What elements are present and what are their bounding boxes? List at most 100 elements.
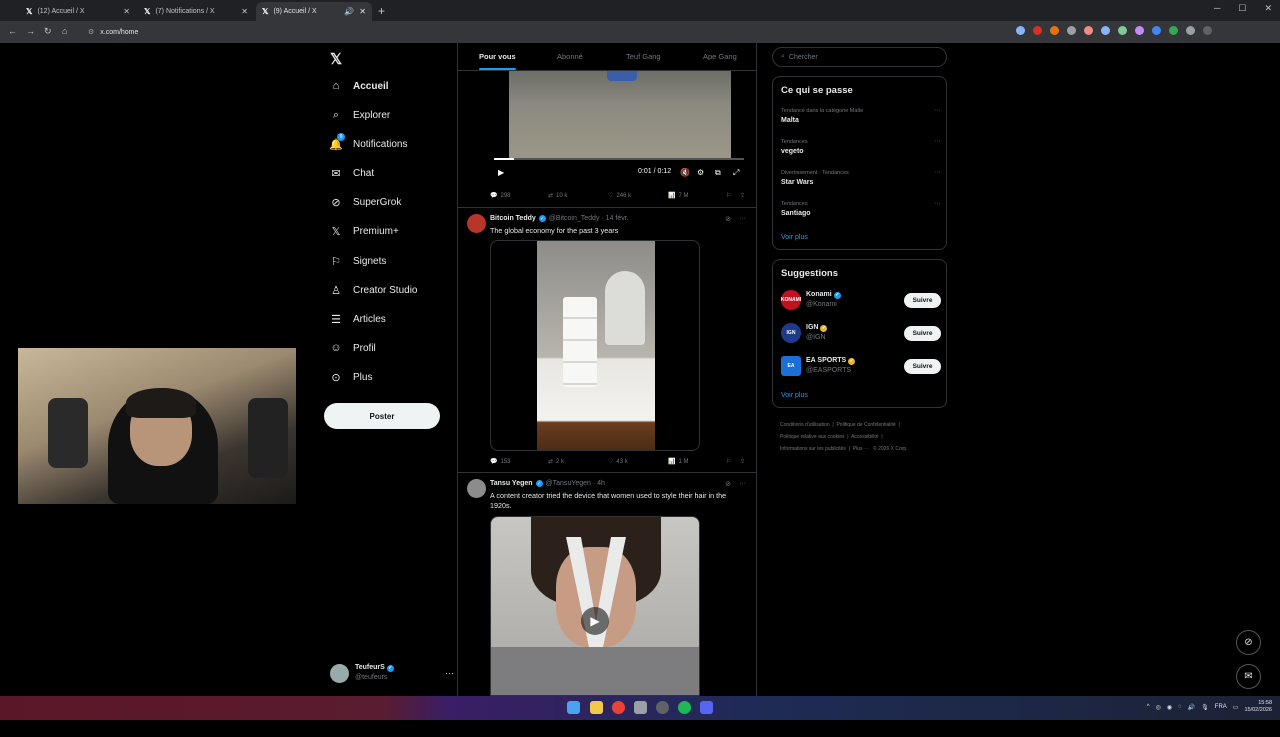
footer-link[interactable]: Politique de Confidentialité (836, 422, 895, 428)
obs-icon[interactable] (656, 701, 669, 714)
site-info-icon[interactable]: ⚙ (88, 28, 94, 36)
page-scrollbar[interactable] (1272, 89, 1277, 737)
play-icon[interactable]: ▶ (581, 607, 609, 635)
fullscreen-icon[interactable]: ⤢ (733, 168, 739, 178)
grok-icon[interactable]: ⊘ (1236, 630, 1261, 655)
views-button[interactable]: 📊 7 M (668, 192, 689, 200)
footer-link[interactable]: Informations sur les publicités (780, 446, 846, 452)
avatar[interactable] (1203, 26, 1212, 35)
footer-link[interactable]: Conditions d'utilisation (780, 422, 830, 428)
tweet-author-name[interactable]: Bitcoin Teddy (490, 215, 536, 222)
follow-button[interactable]: Suivre (904, 325, 941, 341)
mic-icon[interactable]: 🎙 (1201, 704, 1209, 711)
more-icon[interactable]: ··· (739, 480, 746, 488)
home-icon[interactable]: ⌂ (62, 26, 67, 36)
grok-icon[interactable]: ⊘ (725, 480, 731, 488)
file-explorer-icon[interactable] (590, 701, 603, 714)
more-icon[interactable]: ··· (445, 668, 454, 678)
sidebar-item-profile[interactable]: ☺ Profil (330, 342, 375, 354)
extension-icon[interactable] (1186, 26, 1195, 35)
avatar[interactable] (467, 214, 486, 233)
more-icon[interactable]: ··· (934, 107, 941, 114)
browser-tab[interactable]: 𝕏 (7) Notifications / X ✕ (138, 2, 254, 21)
pip-icon[interactable]: ⧉ (715, 168, 721, 178)
repost-button[interactable]: ⇄ 10 k (548, 192, 567, 200)
more-icon[interactable]: ··· (934, 169, 941, 176)
sidebar-item-explore[interactable]: ⌕ Explorer (330, 109, 390, 121)
tweet-media-image[interactable] (490, 240, 700, 451)
sidebar-item-creator-studio[interactable]: ♙ Creator Studio (330, 284, 417, 297)
sidebar-item-premium[interactable]: 𝕏 Premium+ (330, 225, 399, 238)
language-indicator[interactable]: FRA (1215, 704, 1227, 710)
tweet-author-name[interactable]: Tansu Yegen (490, 480, 533, 487)
tweet-meta[interactable]: @Bitcoin_Teddy · 14 févr. (549, 215, 629, 222)
tray-chevron-icon[interactable]: ^ (1147, 704, 1150, 710)
footer-link[interactable]: Accessibilité (851, 434, 879, 440)
bookmark-icon[interactable]: ⚐ (726, 458, 731, 465)
extension-icon[interactable] (1084, 26, 1093, 35)
avatar[interactable] (467, 479, 486, 498)
spotify-icon[interactable] (678, 701, 691, 714)
search-input[interactable]: ⌕ Chercher (772, 47, 947, 67)
see-more-link[interactable]: Voir plus (781, 234, 808, 241)
reply-button[interactable]: 💬 153 (490, 458, 511, 466)
tab-ape-gang[interactable]: Ape Gang (703, 52, 737, 61)
tweet-media-video[interactable]: ▶ (490, 516, 700, 696)
footer-link[interactable]: Plus ··· (853, 446, 869, 452)
extension-icon[interactable] (1135, 26, 1144, 35)
mute-icon[interactable]: 🔇 (680, 168, 690, 177)
close-window-button[interactable]: ✕ (1264, 3, 1272, 14)
extension-icon[interactable] (1067, 26, 1076, 35)
more-icon[interactable]: ··· (934, 200, 941, 207)
notepad-icon[interactable] (634, 701, 647, 714)
video-progress-bar[interactable] (494, 158, 744, 160)
browser-tab[interactable]: 𝕏 (12) Accueil / X ✕ (20, 2, 136, 21)
browser-tab-active[interactable]: 𝕏 (9) Accueil / X 🔊 ✕ (256, 2, 372, 21)
discord-icon[interactable] (700, 701, 713, 714)
see-more-link[interactable]: Voir plus (781, 392, 808, 399)
tray-icon[interactable]: ◉ (1167, 704, 1172, 711)
audio-icon[interactable]: 🔊 (344, 7, 354, 16)
sidebar-item-supergrok[interactable]: ⊘ SuperGrok (330, 196, 401, 209)
trend-item[interactable]: Tendances vegeto ··· (781, 138, 941, 157)
trend-item[interactable]: Divertissement · Tendances Star Wars ··· (781, 169, 941, 188)
reload-icon[interactable]: ↻ (44, 26, 52, 37)
footer-link[interactable]: Politique relative aux cookies (780, 434, 844, 440)
trend-item[interactable]: Tendance dans la catégorie Malte Malta ·… (781, 107, 941, 126)
clock[interactable]: 15:58 15/02/2026 (1244, 700, 1272, 714)
more-icon[interactable]: ··· (934, 138, 941, 145)
reply-button[interactable]: 💬 298 (490, 192, 511, 200)
play-icon[interactable]: ▶ (498, 168, 504, 177)
sidebar-item-articles[interactable]: ☰ Articles (330, 313, 386, 326)
extension-icon[interactable] (1118, 26, 1127, 35)
chrome-icon[interactable] (612, 701, 625, 714)
account-switcher[interactable]: TeufeurS ✓ @teufeurs ··· (330, 661, 454, 685)
video-player[interactable]: ▶ 0:01 / 0:12 🔇 ⚙ ⧉ ⤢ (490, 71, 748, 184)
x-logo-icon[interactable]: 𝕏 (330, 50, 342, 68)
maximize-button[interactable]: ☐ (1238, 3, 1246, 14)
sidebar-item-more[interactable]: ⊙ Plus (330, 371, 372, 384)
extension-icon[interactable] (1033, 26, 1042, 35)
messages-icon[interactable]: ✉ (1236, 664, 1261, 689)
volume-icon[interactable]: 🔊 (1188, 704, 1195, 711)
follow-button[interactable]: Suivre (904, 292, 941, 308)
tweet-meta[interactable]: @TansuYegen · 4h (546, 480, 605, 487)
tray-icon[interactable]: ◎ (1156, 704, 1161, 711)
minimize-button[interactable]: ─ (1214, 3, 1220, 14)
grok-icon[interactable]: ⊘ (725, 215, 731, 223)
views-button[interactable]: 📊 1 M (668, 458, 689, 466)
wifi-icon[interactable]: ◌ (1178, 704, 1182, 710)
settings-icon[interactable]: ⚙ (697, 168, 704, 177)
network-icon[interactable]: ▭ (1233, 704, 1239, 711)
close-icon[interactable]: ✕ (359, 7, 366, 16)
tab-for-you[interactable]: Pour vous (479, 52, 516, 61)
extension-icon[interactable] (1152, 26, 1161, 35)
post-button[interactable]: Poster (324, 403, 440, 429)
extension-icon[interactable] (1169, 26, 1178, 35)
like-button[interactable]: ♡ 43 k (608, 458, 628, 466)
follow-button[interactable]: Suivre (904, 358, 941, 374)
extension-icon[interactable] (1016, 26, 1025, 35)
more-icon[interactable]: ··· (739, 215, 746, 223)
repost-button[interactable]: ⇄ 2 k (548, 458, 564, 466)
suggestion-item[interactable]: IGN IGN ✓ @IGN Suivre (781, 322, 941, 344)
